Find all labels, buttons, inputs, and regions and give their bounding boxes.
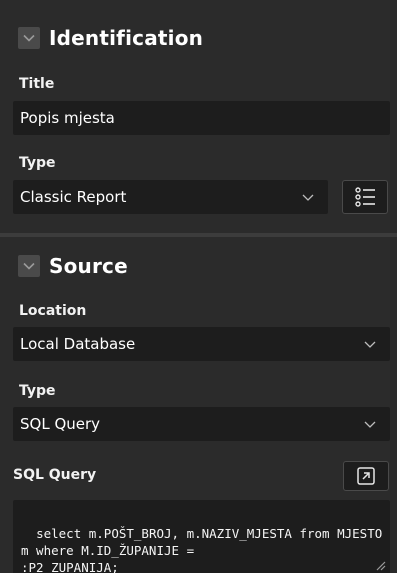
- identification-collapse-button[interactable]: [18, 27, 40, 49]
- source-collapse-button[interactable]: [18, 255, 40, 277]
- location-label: Location: [19, 303, 87, 319]
- type-label: Type: [19, 155, 56, 171]
- expand-icon: [357, 467, 375, 485]
- location-select[interactable]: Local Database: [13, 327, 390, 361]
- chevron-down-icon: [302, 194, 314, 201]
- sql-query-text: select m.POŠT_BROJ, m.NAZIV_MJESTA from …: [21, 526, 383, 573]
- list-icon: [355, 187, 375, 207]
- title-input[interactable]: Popis mjesta: [13, 101, 390, 135]
- location-select-value: Local Database: [20, 335, 136, 353]
- sql-query-label: SQL Query: [13, 467, 97, 483]
- chevron-down-icon: [364, 341, 376, 348]
- type-select[interactable]: Classic Report: [13, 180, 328, 214]
- source-header[interactable]: Source: [18, 253, 128, 279]
- expand-code-editor-button[interactable]: [343, 461, 389, 491]
- chevron-down-icon: [23, 34, 35, 42]
- type-select-value: Classic Report: [20, 188, 127, 206]
- identification-title: Identification: [49, 26, 204, 50]
- source-type-select[interactable]: SQL Query: [13, 407, 390, 441]
- section-divider: [0, 233, 397, 237]
- sql-query-editor[interactable]: select m.POŠT_BROJ, m.NAZIV_MJESTA from …: [13, 500, 390, 573]
- chevron-down-icon: [23, 262, 35, 270]
- source-type-label: Type: [19, 383, 56, 399]
- resize-handle-icon[interactable]: [374, 559, 386, 571]
- source-title: Source: [49, 254, 128, 278]
- source-type-select-value: SQL Query: [20, 415, 101, 433]
- title-label: Title: [19, 76, 55, 92]
- chevron-down-icon: [364, 421, 376, 428]
- title-input-value: Popis mjesta: [20, 109, 115, 127]
- identification-header[interactable]: Identification: [18, 25, 203, 51]
- switch-region-type-button[interactable]: [342, 180, 388, 214]
